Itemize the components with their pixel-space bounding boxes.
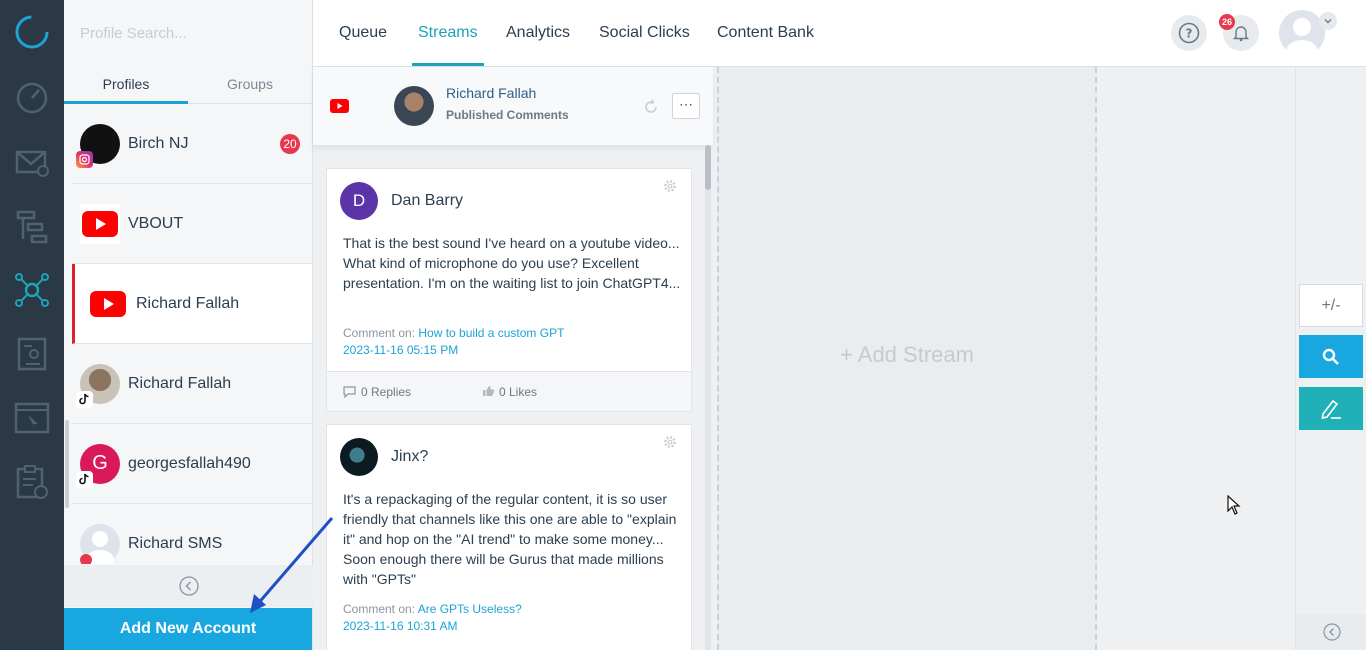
stream-avatar (394, 86, 434, 126)
comment-on-link[interactable]: How to build a custom GPT (418, 326, 564, 340)
avatar-initial: G (92, 452, 108, 474)
avatar (340, 438, 378, 476)
chevron-down-icon[interactable] (1319, 12, 1337, 30)
mail-icon[interactable] (14, 144, 50, 180)
likes-count[interactable]: 0 Likes (499, 385, 537, 399)
thumbs-up-icon (483, 386, 495, 396)
document-icon[interactable] (14, 336, 50, 372)
tiktok-icon (76, 390, 93, 408)
avatar (76, 123, 120, 168)
stream-owner: Richard Fallah (446, 85, 537, 101)
comment-on-link[interactable]: Are GPTs Useless? (418, 602, 522, 616)
profile-name: Richard SMS (128, 534, 223, 552)
profile-item[interactable]: VBOUT (72, 184, 312, 264)
profile-scrollbar[interactable] (65, 420, 69, 508)
tab-content-bank[interactable]: Content Bank (717, 0, 814, 66)
comment-author: Dan Barry (391, 192, 464, 209)
profile-name: Richard Fallah (128, 374, 232, 392)
comment-date[interactable]: 2023-11-16 05:15 PM (343, 343, 458, 357)
stream-column: Richard Fallah Published Comments ⋯ D Da… (313, 67, 713, 650)
profile-tabs: Profiles Groups (64, 66, 312, 104)
profile-search (64, 0, 312, 66)
comment-footer: 0 Replies 0 Likes (327, 371, 691, 411)
profile-item[interactable]: Richard Fallah (72, 264, 312, 344)
tiktok-icon (76, 470, 93, 488)
chevron-left-icon (178, 576, 199, 596)
youtube-icon (88, 283, 128, 324)
svg-text:?: ? (1186, 27, 1193, 41)
tab-groups[interactable]: Groups (188, 66, 312, 103)
icon-rail (0, 0, 64, 650)
add-stream-label[interactable]: + Add Stream (719, 342, 1095, 368)
bell-icon (1232, 26, 1250, 42)
mouse-cursor-icon (1227, 495, 1241, 515)
plus-minus-button[interactable]: +/- (1299, 284, 1363, 327)
tab-profiles[interactable]: Profiles (64, 66, 188, 104)
profile-search-input[interactable] (80, 24, 280, 42)
more-options-button[interactable]: ⋯ (672, 93, 700, 119)
profile-name: Birch NJ (128, 134, 189, 152)
stream-scrollbar[interactable] (705, 145, 711, 650)
youtube-icon (80, 203, 120, 244)
gear-icon[interactable] (663, 435, 677, 449)
comment-text: It's a repackaging of the regular conten… (343, 491, 677, 587)
gear-icon[interactable] (663, 179, 677, 193)
tab-analytics[interactable]: Analytics (506, 0, 570, 66)
browser-icon[interactable] (14, 400, 50, 436)
profile-name: VBOUT (128, 214, 184, 232)
annotation-arrow-icon (250, 517, 334, 613)
tab-queue[interactable]: Queue (339, 0, 387, 66)
chevron-left-icon (1322, 623, 1341, 641)
profile-item[interactable]: Birch NJ 20 (72, 104, 312, 184)
unread-badge: 20 (280, 134, 300, 154)
stream-header: Richard Fallah Published Comments ⋯ (313, 67, 713, 145)
comment-on-label: Comment on: (343, 602, 416, 616)
comment-date[interactable]: 2023-11-16 10:31 AM (343, 619, 458, 633)
avatar: D (340, 182, 378, 220)
comment-card: D Dan Barry That is the best sound I've … (326, 168, 692, 412)
tab-social-clicks[interactable]: Social Clicks (599, 0, 690, 66)
comment-on: Comment on: Are GPTs Useless? (343, 602, 522, 616)
help-icon: ? (1178, 22, 1200, 44)
profile-item[interactable]: Richard Fallah (72, 344, 312, 424)
user-avatar[interactable] (1279, 10, 1325, 56)
profile-list: Birch NJ 20 VBOUT Richard Fallah Richard… (72, 104, 312, 564)
speedometer-icon[interactable] (14, 78, 50, 114)
empty-area (1097, 67, 1295, 650)
app-logo[interactable] (14, 14, 50, 50)
collapse-toolbar[interactable] (1296, 614, 1366, 650)
avatar: G (76, 443, 120, 488)
comment-on-label: Comment on: (343, 326, 416, 340)
right-toolbar: +/- (1295, 67, 1366, 650)
notification-badge: 26 (1219, 14, 1235, 30)
avatar (80, 523, 120, 564)
profile-name: Richard Fallah (136, 294, 240, 312)
profile-item[interactable]: G georgesfallah490 (72, 424, 312, 504)
sms-icon (80, 553, 92, 564)
avatar (76, 363, 120, 408)
stream-type: Published Comments (446, 108, 569, 122)
search-icon (1322, 348, 1339, 365)
search-button[interactable] (1299, 335, 1363, 378)
comment-card: Jinx? It's a repackaging of the regular … (326, 424, 692, 650)
refresh-icon[interactable] (643, 99, 659, 115)
add-stream-area[interactable]: + Add Stream (717, 67, 1097, 650)
top-nav: Queue Streams Analytics Social Clicks Co… (313, 0, 1366, 67)
comment-on: Comment on: How to build a custom GPT (343, 326, 564, 340)
profile-name: georgesfallah490 (128, 454, 251, 472)
reply-icon (343, 386, 356, 398)
replies-count[interactable]: 0 Replies (361, 385, 411, 399)
pen-icon (1321, 399, 1341, 419)
instagram-icon (76, 150, 93, 168)
compose-button[interactable] (1299, 387, 1363, 430)
help-button[interactable]: ? (1171, 15, 1207, 51)
flow-icon[interactable] (14, 208, 50, 244)
tab-streams[interactable]: Streams (412, 0, 484, 66)
network-icon[interactable] (14, 272, 50, 308)
youtube-icon (330, 99, 349, 113)
comment-text: That is the best sound I've heard on a y… (343, 235, 681, 291)
comment-author: Jinx? (391, 448, 429, 465)
clipboard-icon[interactable] (14, 464, 50, 500)
